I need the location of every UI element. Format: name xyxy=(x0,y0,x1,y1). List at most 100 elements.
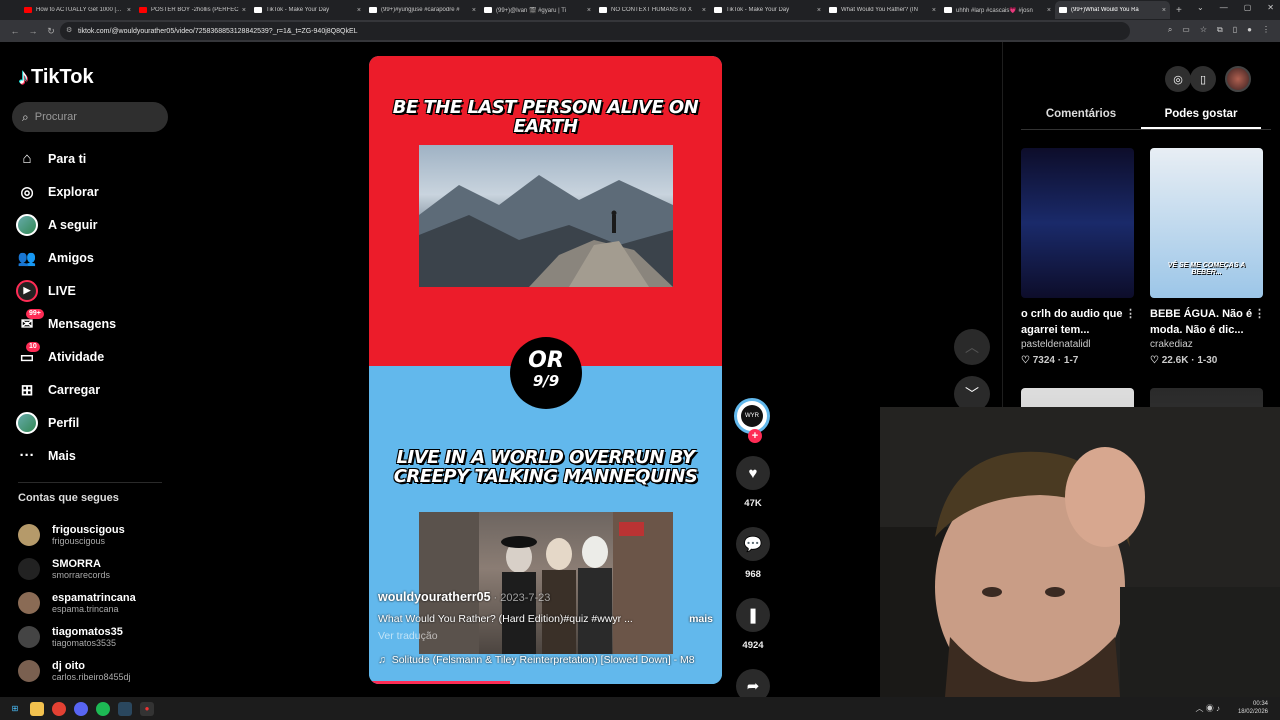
back-button[interactable]: ← xyxy=(6,26,24,36)
video-player[interactable]: BE THE LAST PERSON ALIVE ON EARTH OR 9/9… xyxy=(369,56,722,684)
sidebar-item-label: Perfil xyxy=(48,415,80,430)
discord-icon[interactable] xyxy=(74,701,88,716)
following-account[interactable]: frigouscigous frigouscigous xyxy=(18,518,136,552)
comment-icon[interactable]: 💬 xyxy=(736,527,770,561)
panel-tabs: Comentários Podes gostar xyxy=(1021,102,1271,130)
sidebar-item-a-seguir[interactable]: A seguir xyxy=(16,208,116,241)
sidebar-item-carregar[interactable]: ⊞ Carregar xyxy=(16,373,116,406)
browser-tab[interactable]: What Would You Rather? (IN × xyxy=(825,1,940,19)
bookmark-icon[interactable]: ❚ xyxy=(736,598,770,632)
option-b-text: LIVE IN A WORLD OVERRUN BY CREEPY TALKIN… xyxy=(393,447,698,487)
video-author[interactable]: crakediaz xyxy=(1150,339,1263,350)
sidebar-item-explorar[interactable]: ◎ Explorar xyxy=(16,175,116,208)
tab-close-icon[interactable]: × xyxy=(1047,7,1051,14)
search-input[interactable] xyxy=(34,111,155,123)
close-window-button[interactable]: ✕ xyxy=(1267,3,1274,12)
following-account[interactable]: dj oito carlos.ribeiro8455dj xyxy=(18,654,136,688)
maximize-button[interactable]: ▢ xyxy=(1244,3,1252,12)
compass-icon[interactable]: ◎ xyxy=(1165,66,1191,92)
profile-icon[interactable]: ● xyxy=(1247,25,1252,35)
sidebar-item-mensagens[interactable]: ✉ 99+ Mensagens xyxy=(16,307,116,340)
sidebar-item-live[interactable]: ▶ LIVE xyxy=(16,274,116,307)
recommended-video[interactable]: VÊ SE ME COMEÇAS A BEBER... BEBE ÁGUA. Nã… xyxy=(1150,148,1265,366)
url-field[interactable]: ⚙ tiktok.com/@wouldyourather05/video/725… xyxy=(60,22,1130,40)
sidebar-item-perfil[interactable]: Perfil xyxy=(16,406,116,439)
browser-tab[interactable]: TikTok - Make Your Day × xyxy=(710,1,825,19)
cast-icon[interactable]: ▭ xyxy=(1182,25,1190,35)
following-account[interactable]: espamatrincana espama.trincana xyxy=(18,586,136,620)
zoom-icon[interactable]: ⌕ xyxy=(1168,25,1172,35)
tab-comments[interactable]: Comentários xyxy=(1021,102,1141,129)
search-box[interactable]: ⌕ xyxy=(12,102,168,132)
browser-tab[interactable]: TikTok - Make Your Day × xyxy=(250,1,365,19)
user-avatar[interactable] xyxy=(1225,66,1251,92)
more-options-icon[interactable]: ⋮ xyxy=(1125,306,1136,322)
tab-you-may-like[interactable]: Podes gostar xyxy=(1141,102,1261,129)
video-title[interactable]: o crlh do audio que agarrei tem... ⋮ xyxy=(1021,306,1136,338)
tab-close-icon[interactable]: × xyxy=(932,7,936,14)
sidebar-item-mais[interactable]: ··· Mais xyxy=(16,439,116,472)
menu-icon[interactable]: ⋮ xyxy=(1262,25,1270,35)
video-date: 1-7 xyxy=(1063,355,1079,366)
system-tray-icons[interactable]: ︿ ◉ ♪ xyxy=(1196,703,1220,714)
creator-avatar[interactable]: WYR + xyxy=(734,398,770,443)
browser-tab[interactable]: (99+)#yungjuse #carapodre # × xyxy=(365,1,480,19)
sidebar-item-para-ti[interactable]: ⌂ Para ti xyxy=(16,142,116,175)
more-link[interactable]: mais xyxy=(689,613,713,625)
tab-close-icon[interactable]: × xyxy=(702,7,706,14)
translate-link[interactable]: Ver tradução xyxy=(378,630,713,642)
steam-icon[interactable] xyxy=(118,701,132,716)
music-track[interactable]: ♫ Solitude (Felsmann & Tiley Reinterpret… xyxy=(378,654,713,666)
site-info-icon[interactable]: ⚙ xyxy=(66,26,72,34)
sidebar-item-amigos[interactable]: 👥 Amigos xyxy=(16,241,116,274)
browser-tab[interactable]: uhhh #larp #cascais💗 #josn × xyxy=(940,1,1055,19)
video-title[interactable]: BEBE ÁGUA. Não é moda. Não é dic... ⋮ xyxy=(1150,306,1265,338)
minimize-button[interactable]: — xyxy=(1220,3,1228,12)
save-action[interactable]: ❚ 4924 xyxy=(734,598,772,651)
spotify-icon[interactable] xyxy=(96,701,110,716)
sidebar-icon[interactable]: ▯ xyxy=(1233,25,1237,35)
heart-icon[interactable]: ♥ xyxy=(736,456,770,490)
like-action[interactable]: ♥ 47K xyxy=(734,456,772,509)
tab-close-icon[interactable]: × xyxy=(817,7,821,14)
video-thumbnail[interactable] xyxy=(1021,148,1134,298)
bookmark-star-icon[interactable]: ☆ xyxy=(1200,25,1207,35)
video-author[interactable]: wouldyouratherr05 · 2023-7-23 xyxy=(378,590,713,604)
browser-tab[interactable]: NO CONTEXT HUMANS no X × xyxy=(595,1,710,19)
video-thumbnail[interactable]: VÊ SE ME COMEÇAS A BEBER... xyxy=(1150,148,1263,298)
tab-close-icon[interactable]: × xyxy=(472,7,476,14)
previous-video-button[interactable]: ︿ xyxy=(954,329,990,365)
tab-close-icon[interactable]: × xyxy=(587,7,591,14)
clock[interactable]: 00:34 18/02/2026 xyxy=(1238,700,1268,716)
video-author[interactable]: pasteldenatalidl xyxy=(1021,339,1134,350)
following-account[interactable]: tiagomatos35 tiagomatos3535 xyxy=(18,620,136,654)
browser-tab[interactable]: POSTER BOY -2hollis (PERFEC × xyxy=(135,1,250,19)
phone-icon[interactable]: ▯ xyxy=(1190,66,1216,92)
tab-close-icon[interactable]: × xyxy=(242,7,246,14)
start-icon[interactable]: ⊞ xyxy=(8,702,22,716)
tab-close-icon[interactable]: × xyxy=(357,7,361,14)
sidebar-item-atividade[interactable]: ▭ 10 Atividade xyxy=(16,340,116,373)
file-explorer-icon[interactable] xyxy=(30,701,44,716)
reload-button[interactable]: ↻ xyxy=(42,26,60,37)
chrome-icon[interactable] xyxy=(52,701,66,716)
new-tab-button[interactable]: + xyxy=(1176,5,1182,16)
music-title[interactable]: Solitude (Felsmann & Tiley Reinterpretat… xyxy=(392,654,695,666)
author-name[interactable]: wouldyouratherr05 xyxy=(378,590,491,604)
browser-tab[interactable]: (99+)What Would You Ra × xyxy=(1055,1,1170,19)
tab-search-icon[interactable]: ⌄ xyxy=(1197,3,1204,12)
obs-icon[interactable]: ● xyxy=(140,701,154,716)
extensions-icon[interactable]: ⧉ xyxy=(1217,25,1223,35)
forward-button[interactable]: → xyxy=(24,26,42,36)
browser-tab[interactable]: (99+)@lvan 🎬 #gyaru | Ti × xyxy=(480,1,595,19)
comment-action[interactable]: 💬 968 xyxy=(734,527,772,580)
recommended-video[interactable]: o crlh do audio que agarrei tem... ⋮ paste… xyxy=(1021,148,1136,366)
video-progress-bar[interactable] xyxy=(369,681,511,684)
more-options-icon[interactable]: ⋮ xyxy=(1254,306,1265,322)
following-account[interactable]: SMORRA smorrarecords xyxy=(18,552,136,586)
tab-close-icon[interactable]: × xyxy=(1162,7,1166,14)
browser-tab[interactable]: How to ACTUALLY Get 1000 [... × xyxy=(20,1,135,19)
tiktok-logo[interactable]: ♪ TikTok xyxy=(18,64,94,90)
follow-plus-icon[interactable]: + xyxy=(748,429,762,443)
tab-close-icon[interactable]: × xyxy=(127,7,131,14)
